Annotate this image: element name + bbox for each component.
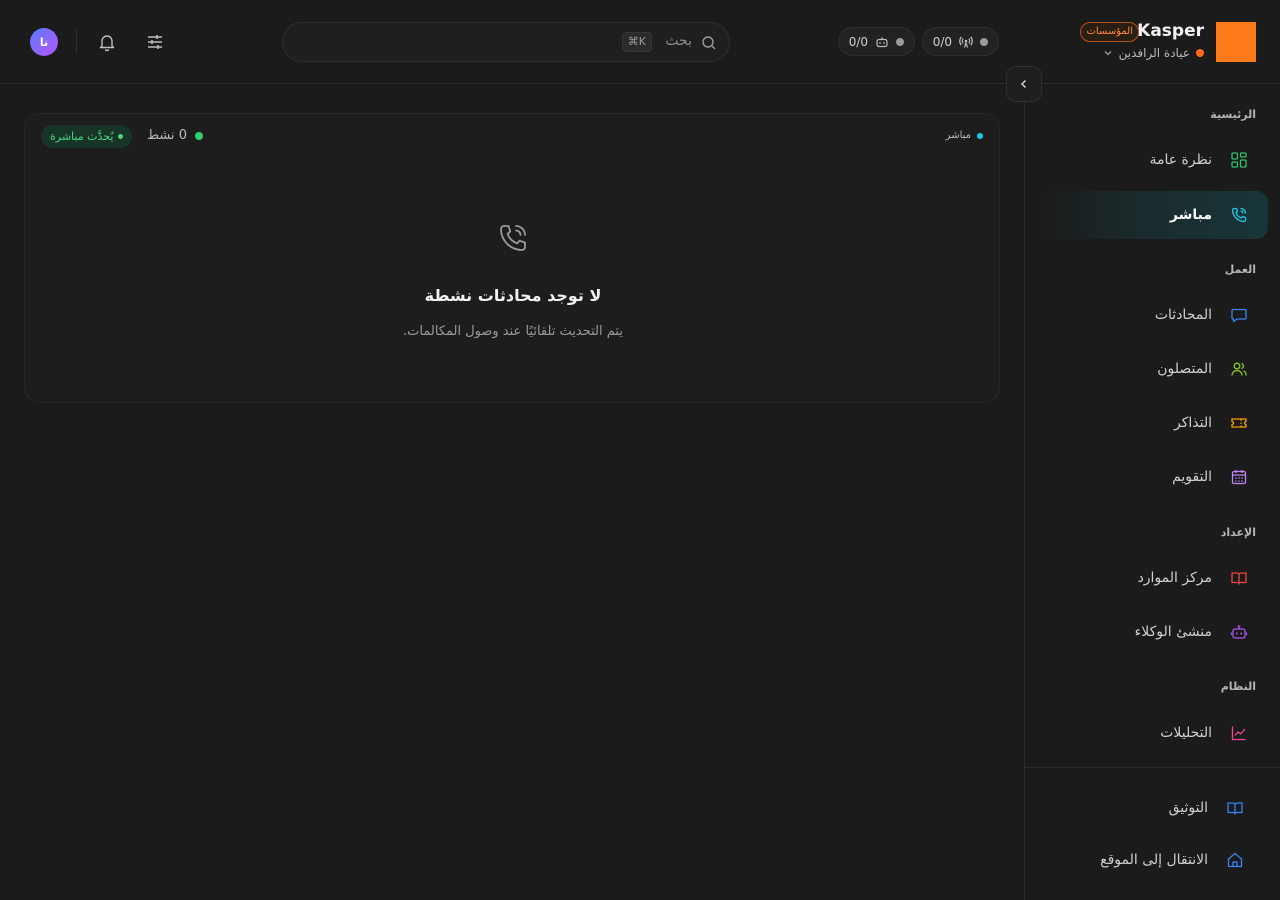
sidebar-item-label: الانتقال إلى الموقع — [1100, 852, 1208, 868]
live-update-badge: يُحدَّث مباشرة — [41, 125, 133, 148]
sidebar-item-label: نظرة عامة — [1149, 152, 1212, 168]
sidebar: الرئيسية نظرة عامة مباشر العمل المحادثات… — [1024, 84, 1280, 900]
live-update-dot — [118, 134, 124, 139]
stat-value: 0/0 — [848, 34, 868, 49]
org-name: عيادة الرافدين — [1118, 46, 1190, 60]
chevron-down-icon — [1104, 51, 1112, 56]
search-placeholder: بحث — [665, 33, 692, 49]
live-dot — [977, 132, 983, 139]
phone-call-icon — [1231, 207, 1247, 223]
bell-icon — [99, 35, 115, 52]
chart-icon — [1231, 726, 1246, 741]
section-title-home: الرئيسية — [1210, 108, 1256, 121]
active-count: 0 نشط — [147, 128, 203, 143]
section-title-setup: الإعداد — [1220, 526, 1256, 539]
sidebar-item-label: التحليلات — [1160, 725, 1212, 741]
filters-button[interactable] — [141, 28, 169, 56]
stat-value: 0/0 — [932, 34, 952, 49]
sidebar-item-analytics[interactable]: التحليلات — [1036, 709, 1268, 757]
stat-pill-bots[interactable]: 0/0 — [837, 27, 915, 56]
sliders-icon — [148, 35, 162, 49]
users-icon — [1231, 362, 1247, 376]
book-icon — [1231, 572, 1247, 585]
sidebar-item-resource-center[interactable]: مركز الموارد — [1036, 554, 1268, 602]
search-icon — [702, 36, 716, 50]
empty-state-description: يتم التحديث تلقائيًا عند وصول المكالمات. — [403, 324, 623, 339]
sidebar-item-label: التوثيق — [1168, 800, 1208, 816]
chevron-left-icon — [1020, 79, 1027, 89]
live-calls-card: مباشر 0 نشط يُحدَّث مباشرة لا توجد محادث… — [24, 113, 1000, 403]
section-title-system: النظام — [1220, 680, 1256, 693]
brand-name: Kasper — [1137, 21, 1204, 41]
stat-pill-broadcast[interactable]: 0/0 — [921, 27, 999, 56]
sidebar-collapse-button[interactable] — [1006, 66, 1042, 102]
phone-call-icon — [500, 225, 526, 251]
section-title-work: العمل — [1224, 263, 1256, 276]
brand-logo[interactable] — [1216, 22, 1256, 62]
status-dot — [980, 37, 988, 46]
active-count-label: 0 نشط — [147, 128, 187, 143]
status-dot — [896, 37, 904, 46]
active-dot — [194, 131, 203, 140]
sidebar-item-conversations[interactable]: المحادثات — [1036, 291, 1268, 339]
sidebar-item-label: مباشر — [1169, 207, 1212, 223]
sidebar-item-label: مركز الموارد — [1137, 570, 1212, 586]
live-update-label: يُحدَّث مباشرة — [50, 130, 114, 143]
sidebar-item-label: المتصلون — [1157, 361, 1212, 377]
sidebar-item-label: التذاكر — [1173, 415, 1212, 431]
live-tag-label: مباشر — [945, 130, 971, 141]
sidebar-item-docs[interactable]: التوثيق — [1036, 784, 1268, 832]
header-divider — [76, 30, 77, 54]
calendar-icon — [1231, 470, 1247, 485]
sidebar-item-tickets[interactable]: التذاكر — [1036, 399, 1268, 447]
sidebar-item-live[interactable]: مباشر — [1036, 191, 1268, 239]
book-open-icon — [1227, 802, 1243, 815]
sidebar-item-go-to-site[interactable]: الانتقال إلى الموقع — [1036, 836, 1268, 884]
ticket-icon — [1231, 418, 1247, 428]
sidebar-item-agent-builder[interactable]: منشئ الوكلاء — [1036, 608, 1268, 656]
sidebar-divider — [1024, 767, 1280, 768]
broadcast-icon — [959, 35, 973, 48]
sidebar-item-label: منشئ الوكلاء — [1134, 624, 1212, 640]
top-header: Kasper المؤسسات عيادة الرافدين 0/0 0/0 ب… — [0, 0, 1280, 84]
chat-icon — [1231, 308, 1247, 323]
home-icon — [1227, 852, 1243, 868]
search-shortcut: ⌘K — [621, 32, 652, 52]
sidebar-item-calendar[interactable]: التقويم — [1036, 453, 1268, 501]
sidebar-item-label: المحادثات — [1154, 307, 1212, 323]
search-input[interactable]: بحث ⌘K — [282, 22, 730, 62]
sidebar-item-overview[interactable]: نظرة عامة — [1036, 136, 1268, 184]
avatar[interactable]: نا — [30, 28, 58, 56]
org-switcher[interactable]: عيادة الرافدين — [1103, 46, 1204, 60]
sidebar-item-label: التقويم — [1172, 469, 1212, 485]
bot-icon — [1230, 625, 1248, 639]
notifications-button[interactable] — [93, 28, 121, 56]
sidebar-item-callers[interactable]: المتصلون — [1036, 345, 1268, 393]
bot-icon — [876, 36, 888, 47]
plan-badge: المؤسسات — [1080, 22, 1139, 42]
grid-icon — [1231, 152, 1247, 168]
empty-state-title: لا توجد محادثات نشطة — [424, 286, 602, 305]
live-tag: مباشر — [946, 130, 983, 141]
org-status-dot — [1196, 49, 1204, 57]
